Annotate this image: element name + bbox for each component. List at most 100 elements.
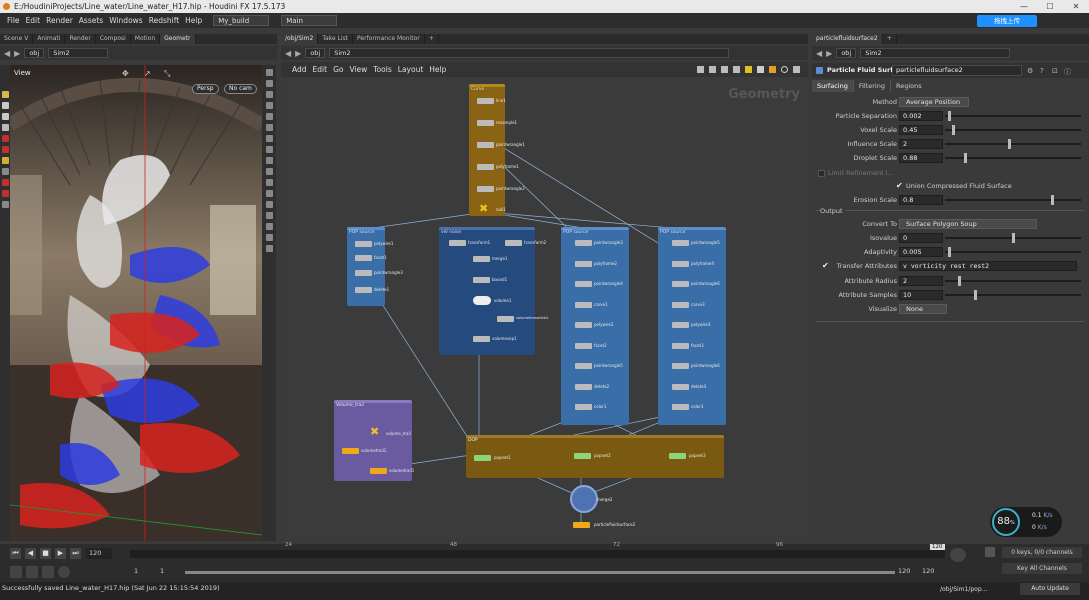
node-pop2-1[interactable] — [575, 260, 592, 267]
forward-arrow-icon[interactable]: ▶ — [826, 49, 832, 58]
node-facet1[interactable] — [355, 255, 372, 261]
node-popnet3[interactable] — [669, 453, 686, 459]
layout-icon[interactable] — [265, 245, 273, 252]
net-menu-help[interactable]: Help — [426, 65, 449, 74]
convert-to-dropdown[interactable]: Surface Polygon Soup — [899, 219, 1037, 229]
menu-file[interactable]: File — [4, 16, 23, 25]
lock-icon[interactable]: ⊡ — [1052, 67, 1058, 75]
node-volumevop1[interactable] — [473, 336, 490, 342]
path-root[interactable]: obj — [305, 48, 326, 58]
frame-all-icon[interactable] — [793, 66, 800, 73]
maximize-button[interactable]: ☐ — [1037, 0, 1063, 13]
node-pointwrangle1[interactable] — [477, 142, 494, 148]
playhead-marker[interactable]: 120 — [930, 544, 945, 550]
node-transform2[interactable] — [505, 240, 522, 246]
magnet-tool-icon[interactable] — [1, 179, 9, 186]
isovalue-field[interactable]: 0 — [899, 233, 943, 243]
node-pop3-4[interactable] — [672, 322, 689, 328]
light-icon[interactable] — [265, 168, 273, 175]
node-popnet2[interactable] — [574, 453, 591, 459]
forward-arrow-icon[interactable]: ▶ — [14, 49, 20, 58]
render-tool-icon[interactable] — [1, 201, 9, 208]
lighting-icon[interactable] — [265, 102, 273, 109]
jump-start-button[interactable]: ⏮ — [10, 548, 21, 559]
path-node[interactable]: Sim2 — [860, 48, 1011, 58]
union-check-icon[interactable]: ✔ — [896, 180, 903, 192]
info-icon[interactable]: ⓘ — [1064, 67, 1071, 77]
ghost-icon[interactable] — [265, 113, 273, 120]
tab-composite[interactable]: Composi — [96, 34, 131, 44]
influence-scale-field[interactable]: 2 — [899, 139, 943, 149]
slider-knob[interactable] — [1051, 195, 1055, 205]
erosion-scale-field[interactable]: 0.8 — [899, 195, 943, 205]
persp-menu[interactable]: Persp — [192, 84, 219, 94]
palette-icon[interactable] — [769, 66, 776, 73]
scale-tool-icon[interactable] — [1, 124, 9, 131]
attribute-radius-field[interactable]: 2 — [899, 276, 943, 286]
normals-icon[interactable] — [265, 135, 273, 142]
node-volumefromattrib1[interactable] — [497, 316, 514, 322]
visualize-dropdown[interactable]: None — [899, 304, 947, 314]
network-box-dop[interactable]: DOP popnet1 popnet2 popnet3 — [466, 435, 724, 478]
transfer-attributes-field[interactable]: v vorticity rest rest2 — [899, 261, 1077, 271]
node-pop3-7[interactable] — [672, 383, 689, 390]
realtime-clock-icon[interactable] — [58, 566, 70, 578]
slider-knob[interactable] — [974, 290, 978, 300]
view-tool-icon[interactable] — [1, 168, 9, 175]
layout-icon[interactable] — [733, 66, 740, 73]
erosion-scale-slider[interactable] — [945, 195, 1081, 205]
node-transform1[interactable] — [449, 240, 466, 246]
viewport-label[interactable]: View — [14, 69, 31, 77]
range-slider[interactable] — [185, 571, 895, 574]
menu-render[interactable]: Render — [43, 16, 76, 25]
current-frame-field[interactable]: 120 — [86, 548, 112, 559]
path-root[interactable]: obj — [24, 48, 45, 58]
orbit-icon[interactable]: ✥ — [122, 69, 129, 78]
slider-knob[interactable] — [963, 153, 967, 163]
node-pop3-5[interactable] — [672, 342, 689, 349]
snapshot-icon[interactable] — [265, 190, 273, 197]
tree-view-icon[interactable] — [709, 66, 716, 73]
node-line1[interactable] — [477, 98, 494, 104]
menu-help[interactable]: Help — [182, 16, 205, 25]
end-frame-range[interactable]: 120 — [898, 567, 910, 575]
stop-button[interactable]: ■ — [40, 548, 51, 559]
minimize-button[interactable]: — — [1011, 0, 1037, 13]
zoom-icon[interactable]: ⤡ — [164, 69, 170, 79]
keyframe-icon[interactable] — [985, 547, 995, 557]
back-arrow-icon[interactable]: ◀ — [4, 49, 10, 58]
loop-icon[interactable] — [26, 566, 38, 578]
node-pop3-1[interactable] — [672, 260, 689, 267]
limit-refinement-checkbox[interactable] — [818, 170, 825, 177]
node-polyframe1[interactable] — [477, 164, 494, 170]
play-button[interactable]: ▶ — [55, 548, 66, 559]
tab-take-list[interactable]: Take List — [318, 34, 354, 44]
network-box-vel-noise[interactable]: vel noise transform1 transform2 merge1 b… — [439, 227, 549, 355]
tab-filtering[interactable]: Filtering — [852, 80, 890, 92]
rotate-tool-icon[interactable] — [1, 113, 9, 120]
pan-icon[interactable]: ↗ — [144, 69, 151, 78]
null-node-icon[interactable]: ✖ — [370, 426, 379, 437]
path-node[interactable]: Sim2 — [48, 48, 109, 58]
path-root[interactable]: obj — [836, 48, 857, 58]
move-tool-icon[interactable] — [1, 102, 9, 109]
node-volumetrail2[interactable] — [370, 468, 387, 474]
handle-tool-icon[interactable] — [1, 135, 9, 142]
network-box-volume-trail[interactable]: Volume_trail ✖ volume_trail volumetrail1… — [334, 400, 414, 481]
net-menu-view[interactable]: View — [346, 65, 370, 74]
voxel-scale-field[interactable]: 0.45 — [899, 125, 943, 135]
node-polywire1[interactable] — [355, 241, 372, 247]
display-options-icon[interactable] — [265, 69, 273, 76]
gear-icon[interactable]: ⚙ — [1027, 67, 1033, 75]
tab-animation[interactable]: Animati — [33, 34, 66, 44]
adaptivity-slider[interactable] — [945, 247, 1081, 257]
tool-wrench-icon[interactable] — [697, 66, 704, 73]
node-name-field[interactable]: particlefluidsurface2 — [892, 65, 1022, 76]
timeline-track[interactable]: 24 48 72 96 120 — [130, 542, 945, 558]
node-pointwrangle3[interactable] — [355, 270, 372, 276]
network-box-pop-source-3[interactable]: POP source pointwrangle5 polyframe4 pointw… — [658, 227, 726, 425]
visualizer-icon[interactable] — [265, 179, 273, 186]
start-frame-range[interactable]: 1 — [160, 567, 164, 575]
influence-scale-slider[interactable] — [945, 139, 1081, 149]
tab-geometry[interactable]: Geometr — [160, 34, 196, 44]
